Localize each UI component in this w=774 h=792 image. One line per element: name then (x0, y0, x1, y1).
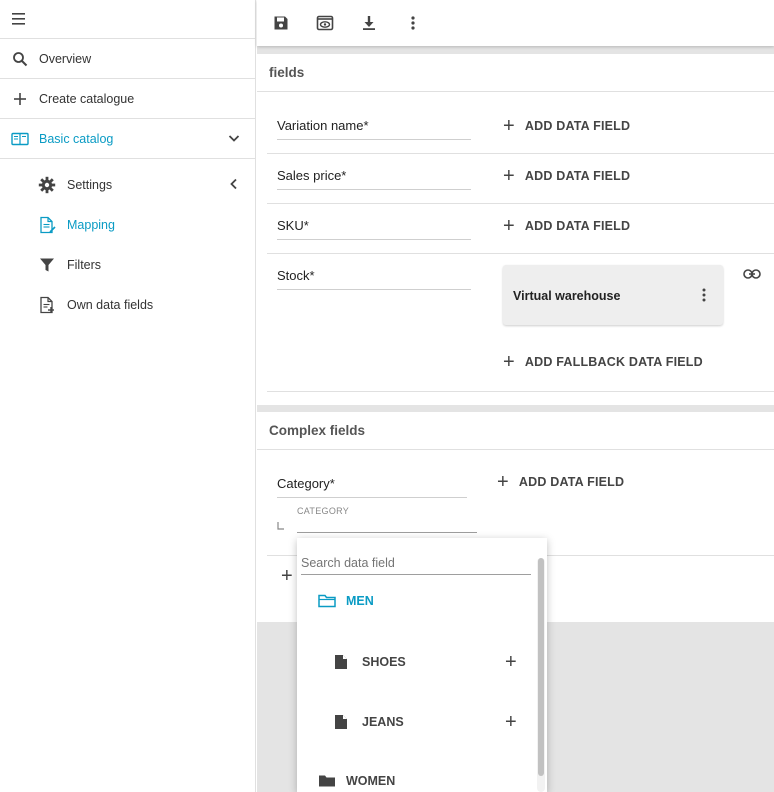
add-shoes-plus-icon[interactable]: + (505, 652, 517, 672)
sidebar-item-label: Filters (67, 258, 102, 272)
field-name: SKU* (277, 218, 471, 240)
link-icon[interactable] (743, 267, 761, 282)
more-vertical-icon[interactable] (403, 13, 423, 33)
gear-icon (38, 176, 56, 194)
fields-card: fields Variation name* + ADD DATA FIELD … (257, 54, 774, 405)
field-name: Stock* (277, 268, 471, 290)
add-data-field-button[interactable]: + ADD DATA FIELD (497, 472, 624, 492)
tree-item-jeans[interactable]: JEANS (334, 714, 404, 730)
sidebar: Overview Create catalogue Basic catalog … (0, 0, 256, 792)
plus-icon: + (503, 351, 515, 373)
plus-icon: + (503, 215, 515, 237)
plus-icon[interactable]: + (281, 566, 293, 586)
more-vertical-icon[interactable] (701, 287, 707, 306)
button-label: ADD DATA FIELD (524, 169, 631, 183)
tree-item-label: SHOES (362, 655, 406, 669)
category-sublabel: CATEGORY (297, 506, 350, 516)
document-plus-icon (38, 296, 56, 314)
field-row-stock: Stock* Virtual warehouse + ADD FALLBACK … (267, 254, 774, 392)
add-data-field-button[interactable]: + ADD DATA FIELD (503, 216, 630, 236)
sidebar-item-overview[interactable]: Overview (0, 39, 255, 79)
file-icon (334, 654, 348, 670)
chevron-left-icon[interactable] (227, 177, 241, 194)
add-fallback-data-field-button[interactable]: + ADD FALLBACK DATA FIELD (503, 352, 703, 372)
field-name: Category* (277, 476, 467, 498)
tree-item-label: JEANS (362, 715, 404, 729)
category-input-underline (297, 532, 477, 533)
button-label: ADD FALLBACK DATA FIELD (524, 355, 703, 369)
book-icon (11, 130, 29, 148)
tree-item-shoes[interactable]: SHOES (334, 654, 406, 670)
card-title: Complex fields (257, 412, 774, 450)
plus-icon (11, 90, 29, 108)
button-label: ADD DATA FIELD (518, 475, 625, 489)
sidebar-item-mapping[interactable]: Mapping (0, 205, 255, 245)
sidebar-item-filters[interactable]: Filters (0, 245, 255, 285)
document-edit-icon (38, 216, 56, 234)
data-field-dropdown: MEN SHOES + JEANS + WOMEN (297, 538, 547, 792)
tree-item-label: MEN (346, 594, 374, 608)
plus-icon: + (497, 471, 509, 493)
plus-icon: + (503, 115, 515, 137)
tree-item-men[interactable]: MEN (318, 594, 374, 608)
folder-icon (318, 774, 336, 788)
add-data-field-button[interactable]: + ADD DATA FIELD (503, 166, 630, 186)
source-label: Virtual warehouse (513, 289, 621, 303)
toolbar (257, 0, 774, 46)
chevron-down-icon[interactable] (227, 131, 241, 148)
tree-item-label: WOMEN (346, 774, 396, 788)
sidebar-header (0, 0, 255, 39)
download-icon[interactable] (359, 13, 379, 33)
tree-item-women[interactable]: WOMEN (318, 774, 395, 788)
add-jeans-plus-icon[interactable]: + (505, 712, 517, 732)
add-data-field-button[interactable]: + ADD DATA FIELD (503, 116, 630, 136)
sidebar-item-basic-catalog[interactable]: Basic catalog (0, 119, 255, 159)
folder-open-icon (318, 594, 336, 608)
sidebar-item-label: Own data fields (67, 298, 154, 312)
sidebar-item-label: Basic catalog (39, 131, 114, 146)
sidebar-item-label: Settings (67, 178, 113, 192)
file-icon (334, 714, 348, 730)
field-name: Sales price* (277, 168, 471, 190)
sidebar-item-label: Overview (39, 51, 92, 66)
sidebar-item-settings[interactable]: Settings (0, 165, 255, 205)
field-row-variation-name: Variation name* + ADD DATA FIELD (267, 104, 774, 154)
save-icon[interactable] (271, 13, 291, 33)
button-label: ADD DATA FIELD (524, 219, 631, 233)
sidebar-item-label: Create catalogue (39, 91, 135, 106)
sidebar-item-create-catalogue[interactable]: Create catalogue (0, 79, 255, 119)
scrollbar-thumb[interactable] (538, 558, 544, 776)
menu-icon[interactable] (11, 12, 27, 26)
sidebar-item-label: Mapping (67, 218, 115, 232)
field-row-sku: SKU* + ADD DATA FIELD (267, 204, 774, 254)
search-icon (11, 50, 29, 68)
mapped-source-chip[interactable]: Virtual warehouse (503, 265, 723, 325)
subdirectory-icon (277, 518, 285, 533)
plus-icon: + (503, 165, 515, 187)
card-title: fields (257, 54, 774, 92)
search-input[interactable] (301, 552, 531, 575)
button-label: ADD DATA FIELD (524, 119, 631, 133)
filter-icon (38, 256, 56, 274)
preview-icon[interactable] (315, 13, 335, 33)
field-name: Variation name* (277, 118, 471, 140)
sidebar-item-own-data-fields[interactable]: Own data fields (0, 285, 255, 325)
field-row-sales-price: Sales price* + ADD DATA FIELD (267, 154, 774, 204)
